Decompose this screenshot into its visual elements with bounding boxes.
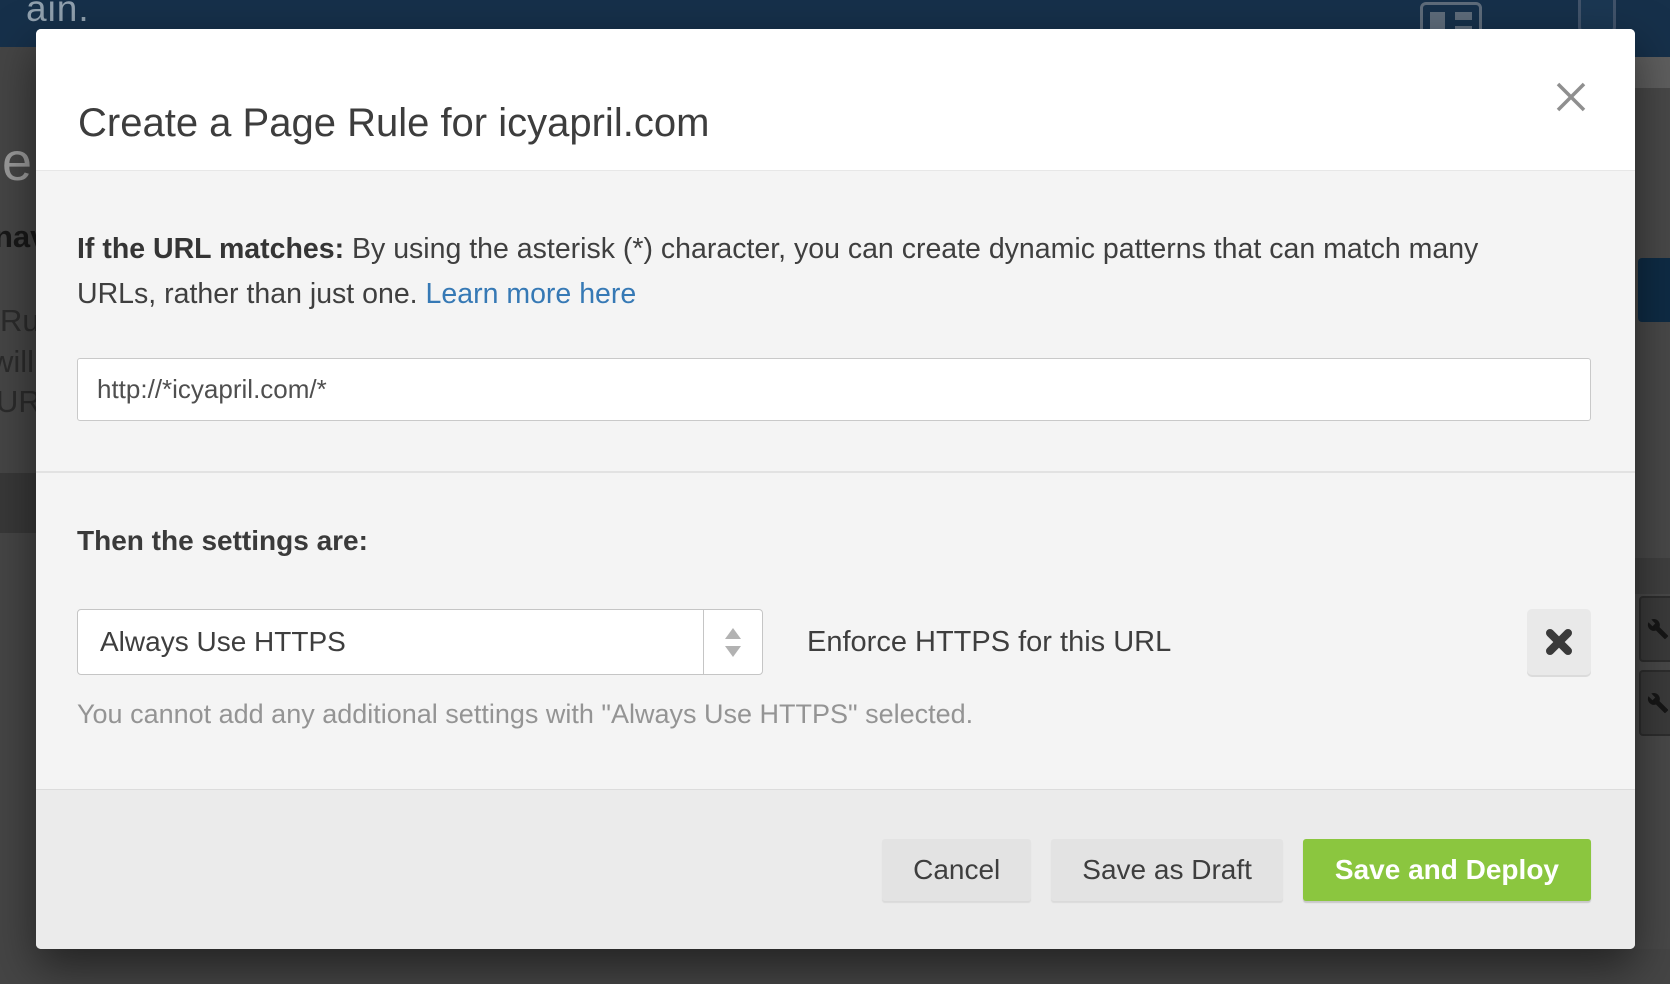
wrench-icon <box>1647 618 1669 640</box>
arrow-down-icon <box>725 646 741 657</box>
page-rule-modal: Create a Page Rule for icyapril.com If t… <box>36 29 1635 949</box>
background-table-header <box>0 473 36 533</box>
settings-heading: Then the settings are: <box>77 525 1591 557</box>
url-pattern-input[interactable] <box>77 358 1591 421</box>
background-wrench-button <box>1639 670 1670 736</box>
select-arrows-icon <box>703 610 762 674</box>
setting-note: You cannot add any additional settings w… <box>77 699 1591 730</box>
cancel-button[interactable]: Cancel <box>882 839 1031 901</box>
background-heading-fragment: e <box>2 131 32 193</box>
modal-footer: Cancel Save as Draft Save and Deploy <box>36 789 1635 949</box>
remove-setting-button[interactable] <box>1527 609 1591 675</box>
background-blue-button <box>1638 258 1670 322</box>
background-text-fragment: Ru <box>0 303 40 339</box>
background-wrench-button <box>1639 596 1670 662</box>
section-divider <box>36 471 1635 473</box>
close-icon <box>1553 79 1589 115</box>
url-match-description: If the URL matches: By using the asteris… <box>77 227 1527 317</box>
learn-more-link[interactable]: Learn more here <box>426 278 637 310</box>
setting-description: Enforce HTTPS for this URL <box>807 626 1527 659</box>
save-and-deploy-button[interactable]: Save and Deploy <box>1303 839 1591 901</box>
save-as-draft-button[interactable]: Save as Draft <box>1051 839 1283 901</box>
background-right-strip <box>1635 57 1670 984</box>
setting-select-value: Always Use HTTPS <box>78 610 703 674</box>
nav-text-fragment: ain. <box>26 0 90 30</box>
url-match-label: If the URL matches: <box>77 233 344 265</box>
modal-header: Create a Page Rule for icyapril.com <box>36 29 1635 170</box>
background-text-fragment: will <box>0 344 34 380</box>
modal-title: Create a Page Rule for icyapril.com <box>78 101 709 146</box>
arrow-up-icon <box>725 628 741 639</box>
modal-body: If the URL matches: By using the asteris… <box>36 170 1635 789</box>
setting-select[interactable]: Always Use HTTPS <box>77 609 763 675</box>
setting-row: Always Use HTTPS Enforce HTTPS for this … <box>77 609 1591 675</box>
close-button[interactable] <box>1545 71 1597 123</box>
background-text-fragment: UR <box>0 384 41 420</box>
heavy-x-icon <box>1544 627 1574 657</box>
background-left-strip: e nav Ru will UR <box>0 47 36 984</box>
wrench-icon <box>1647 692 1669 714</box>
